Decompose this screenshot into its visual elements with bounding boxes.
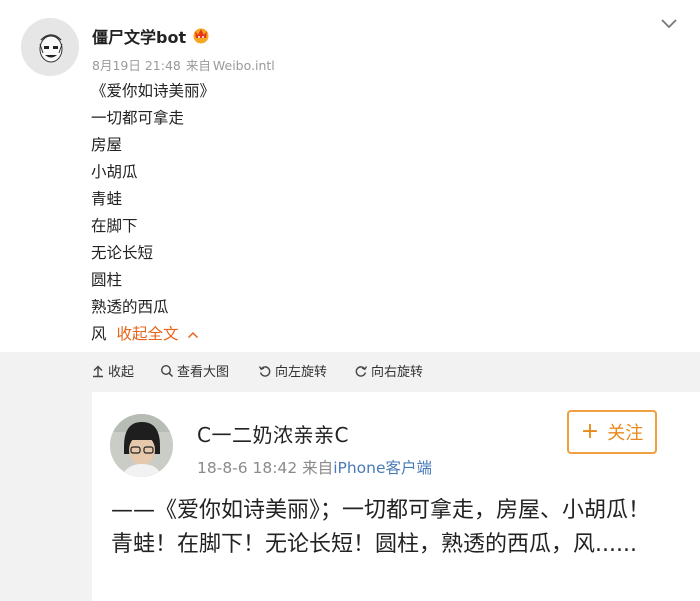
post-line: 在脚下 — [91, 217, 138, 235]
post-body: 《爱你如诗美丽》 一切都可拿走 房屋 小胡瓜 青蛙 在脚下 无论长短 圆柱 熟透… — [91, 78, 215, 348]
post-line: 一切都可拿走 — [91, 109, 185, 127]
rotate-right-label: 向右旋转 — [371, 365, 424, 380]
follow-label: 关注 — [607, 423, 644, 444]
collapse-label: 收起全文 — [116, 325, 179, 343]
image-toolbar: 收起 查看大图 向左旋转 向右旋转 — [0, 352, 700, 388]
post-date: 8月19日 21:48 — [92, 58, 181, 73]
rotate-right-icon — [355, 365, 368, 377]
repost-meta: 18-8-6 18:42 来自iPhone客户端 — [197, 456, 432, 478]
post-line: 小胡瓜 — [91, 163, 138, 181]
post-line: 《爱你如诗美丽》 — [91, 82, 216, 100]
rotate-left-label: 向左旋转 — [275, 365, 328, 380]
collapse-image-label: 收起 — [108, 365, 135, 380]
rotate-right-button[interactable]: 向右旋转 — [354, 361, 423, 380]
view-large-image-button[interactable]: 查看大图 — [160, 361, 229, 380]
repost-avatar[interactable] — [110, 414, 173, 477]
rotate-left-icon — [258, 365, 271, 377]
collapse-arrow-icon — [93, 365, 103, 377]
repost-source-prefix: 来自 — [302, 459, 334, 477]
chevron-down-icon[interactable] — [660, 17, 678, 31]
post-source-prefix: 来自 — [185, 58, 211, 73]
repost-source[interactable]: iPhone客户端 — [333, 459, 432, 477]
post-line: 无论长短 — [91, 244, 154, 262]
post-line: 熟透的西瓜 — [91, 298, 169, 316]
post-line-last: 风收起全文 — [91, 321, 215, 348]
avatar[interactable] — [21, 18, 79, 76]
post-line: 青蛙 — [91, 190, 123, 208]
magnifier-icon — [160, 364, 174, 377]
post-meta: 8月19日 21:48 来自 Weibo.intl — [92, 55, 280, 74]
collapse-full-text-link[interactable]: 收起全文 — [117, 325, 199, 343]
repost-date: 18-8-6 18:42 — [197, 459, 298, 477]
view-large-image-label: 查看大图 — [177, 365, 230, 380]
post-line: 房屋 — [91, 136, 123, 154]
follow-button[interactable]: + 关注 — [567, 410, 657, 454]
post-line: 风 — [91, 325, 107, 343]
chevron-up-icon — [187, 331, 198, 338]
collapse-image-button[interactable]: 收起 — [91, 361, 134, 380]
post-source: Weibo.intl — [212, 58, 275, 73]
post-username[interactable]: 僵尸文学bot — [92, 24, 186, 48]
repost-text: ——《爱你如诗美丽》；一切都可拿走，房屋、小胡瓜！青蛙！在脚下！无论长短！圆柱，… — [111, 498, 651, 557]
repost-username[interactable]: C一二奶浓亲亲C — [197, 419, 349, 448]
vip-badge-icon — [193, 28, 209, 44]
post-line: 圆柱 — [91, 271, 123, 289]
repost-avatar-image — [110, 414, 173, 477]
plus-icon: + — [580, 419, 600, 444]
weibo-post: 僵尸文学bot 8月19日 21:48 来自 Weibo.intl 《爱你如诗美丽》… — [0, 0, 700, 352]
avatar-image — [21, 18, 79, 76]
rotate-left-button[interactable]: 向左旋转 — [258, 361, 327, 380]
